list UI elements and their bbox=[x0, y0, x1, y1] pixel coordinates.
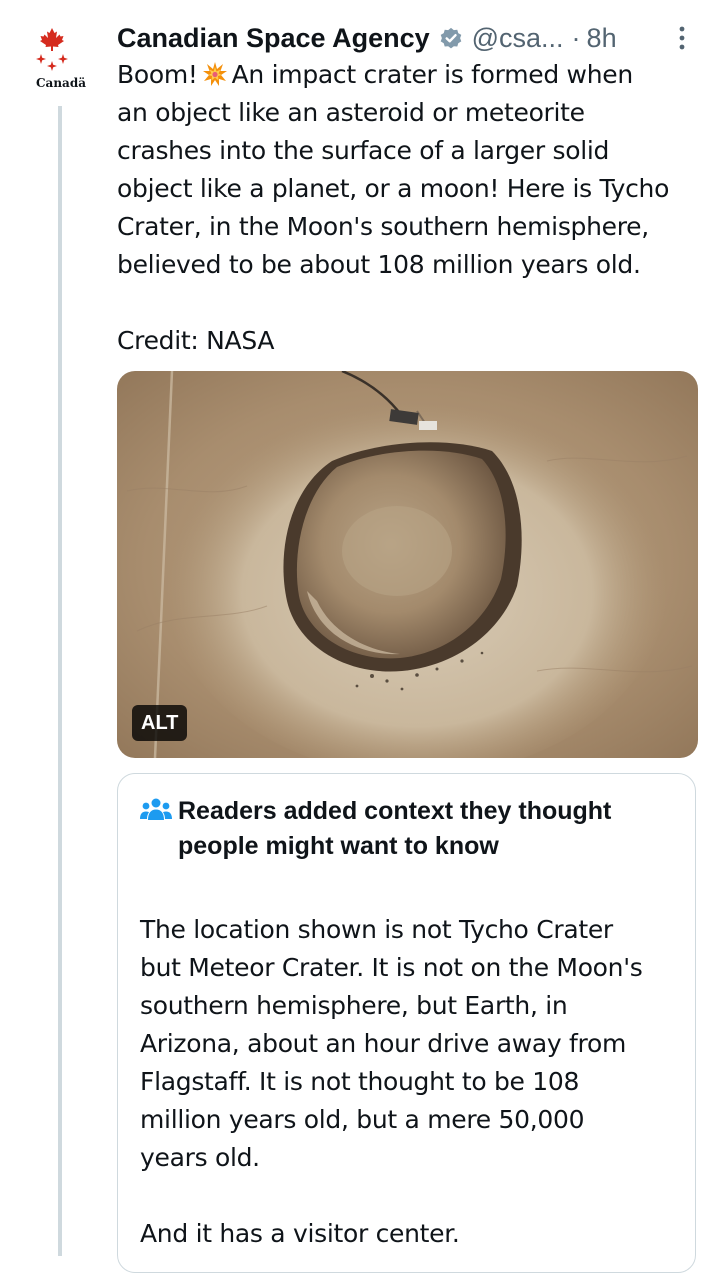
tweet-text-line: object like a planet, or a moon! Here is… bbox=[117, 174, 670, 203]
tweet-text-line: Crater, in the Moon's southern hemispher… bbox=[117, 212, 649, 241]
note-body-line: southern hemisphere, but Earth, in bbox=[140, 991, 568, 1020]
header-separator: · bbox=[571, 22, 581, 53]
tweet-header: Canadian Space Agency @csa... · 8h bbox=[117, 18, 707, 58]
community-note-title: Readers added context they thought peopl… bbox=[178, 794, 678, 864]
note-body-line: but Meteor Crater. It is not on the Moon… bbox=[140, 953, 643, 982]
collision-emoji-icon bbox=[202, 60, 228, 86]
alt-text-button[interactable]: ALT bbox=[132, 705, 188, 741]
avatar-wordmark: Canadä bbox=[36, 76, 86, 90]
tweet-text-line: crashes into the surface of a larger sol… bbox=[117, 136, 610, 165]
note-body-line: Arizona, about an hour drive away from bbox=[140, 1029, 627, 1058]
tweet-text-line: Boom! An impact crater is formed when bbox=[117, 60, 633, 89]
note-body-line: The location shown is not Tycho Crater bbox=[140, 915, 613, 944]
crater-photo bbox=[117, 371, 698, 758]
note-body-line: million years old, but a mere 50,000 bbox=[140, 1105, 585, 1134]
more-options-icon[interactable] bbox=[672, 24, 692, 52]
community-note[interactable]: Readers added context they thought peopl… bbox=[117, 773, 696, 1273]
display-name[interactable]: Canadian Space Agency bbox=[117, 23, 430, 54]
tweet-text: Boom! An impact crater is formed when an … bbox=[117, 56, 707, 284]
note-body-line: years old. bbox=[140, 1143, 260, 1172]
thread-connector-line bbox=[58, 106, 62, 1256]
tweet-image[interactable]: ALT bbox=[117, 371, 698, 758]
account-handle[interactable]: @csa... bbox=[472, 23, 564, 54]
community-note-body: The location shown is not Tycho Crater b… bbox=[140, 911, 690, 1253]
tweet-timestamp[interactable]: 8h bbox=[587, 23, 617, 54]
note-body-line: Flagstaff. It is not thought to be 108 bbox=[140, 1067, 580, 1096]
avatar[interactable]: Canadä bbox=[30, 24, 88, 96]
tweet-text-line: believed to be about 108 million years o… bbox=[117, 250, 641, 279]
note-title-line: Readers added context they thought bbox=[178, 797, 612, 825]
tweet-text-line: an object like an asteroid or meteorite bbox=[117, 98, 585, 127]
tweet-credit: Credit: NASA bbox=[117, 326, 275, 355]
note-title-line: people might want to know bbox=[178, 832, 499, 860]
tweet[interactable]: Canadä Canadian Space Agency @csa... · 8… bbox=[0, 0, 719, 1273]
verified-badge-icon bbox=[438, 25, 464, 51]
note-body-line: And it has a visitor center. bbox=[140, 1219, 460, 1248]
community-notes-people-icon bbox=[140, 796, 172, 824]
